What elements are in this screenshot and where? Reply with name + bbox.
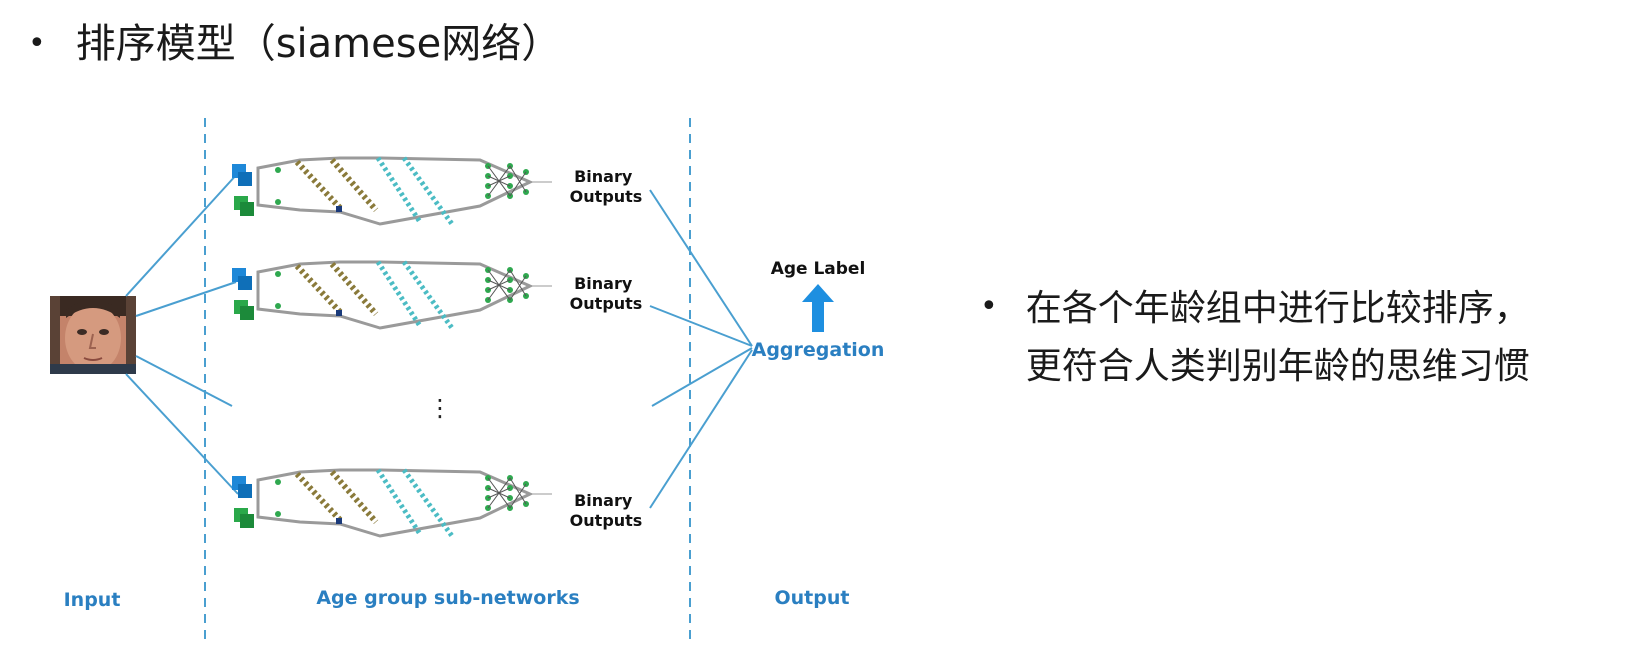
output-line: [649, 349, 753, 509]
face-photo: [50, 296, 136, 374]
input-line: [125, 373, 239, 495]
ellipsis: ⋮: [428, 394, 452, 422]
output-label: Output: [775, 587, 850, 609]
subnetwork-2: [232, 260, 552, 330]
siamese-diagram: ⋮ Binary Outputs Binary Outputs Binary O…: [50, 118, 885, 640]
age-label: Age Label: [771, 259, 866, 279]
binary-outputs-label-1: Binary Outputs: [570, 167, 643, 206]
subnetwork-3: [232, 468, 552, 538]
output-line: [649, 189, 753, 347]
input-line: [125, 172, 239, 297]
output-line: [649, 305, 753, 347]
input-label: Input: [64, 589, 121, 611]
aggregation-label: Aggregation: [752, 339, 885, 361]
binary-outputs-label-3: Binary Outputs: [570, 491, 643, 530]
output-line: [651, 347, 753, 407]
binary-outputs-label-2: Binary Outputs: [570, 274, 643, 313]
input-connections: [125, 172, 239, 495]
aggregation-connections: [649, 189, 753, 509]
input-line: [135, 355, 233, 407]
subnetwork-1: [232, 156, 552, 226]
up-arrow-icon: [802, 284, 834, 332]
subnetworks-label: Age group sub-networks: [316, 587, 579, 609]
input-line: [135, 281, 237, 317]
